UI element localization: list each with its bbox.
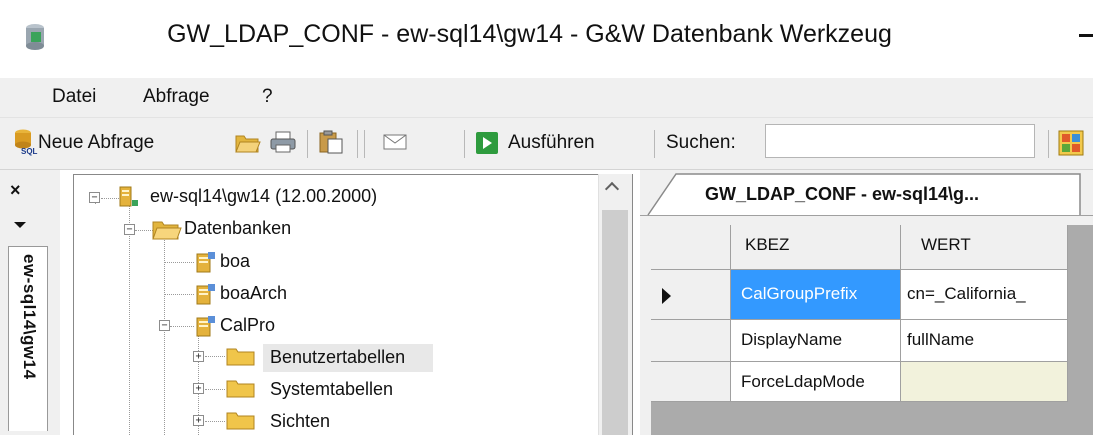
- table-grid-icon[interactable]: [1058, 130, 1084, 156]
- side-panel-tab-label: ew-sql14\gw14: [20, 254, 39, 380]
- close-panel-button[interactable]: ×: [10, 180, 21, 201]
- database-icon: [196, 252, 215, 273]
- tree-line: [129, 206, 131, 435]
- cell-wert[interactable]: fullName: [901, 320, 1068, 362]
- execute-label: Ausführen: [508, 132, 595, 153]
- new-query-label: Neue Abfrage: [38, 132, 155, 153]
- tree-line: [205, 389, 225, 391]
- collapse-toggle[interactable]: −: [124, 224, 135, 235]
- row-header[interactable]: [651, 362, 731, 402]
- toolbar-separator: [307, 130, 308, 158]
- toolbar-separator: [1048, 130, 1049, 158]
- folder-icon: [226, 380, 255, 398]
- database-icon: [196, 316, 215, 337]
- cell-kbez[interactable]: DisplayName: [731, 320, 901, 362]
- folder-icon: [226, 348, 255, 366]
- minimize-button[interactable]: [1079, 34, 1093, 37]
- open-folder-icon[interactable]: [234, 130, 262, 154]
- tree-line: [205, 356, 225, 358]
- column-header-wert[interactable]: WERT: [901, 225, 1068, 270]
- sql-database-icon: SQL: [15, 129, 38, 156]
- toolbar-separator: [654, 130, 655, 158]
- grid-corner: [651, 225, 731, 270]
- cell-wert[interactable]: cn=_California_: [901, 270, 1068, 320]
- tree-line: [164, 294, 194, 296]
- tree-line: [164, 262, 194, 264]
- menu-bar: Datei Abfrage ?: [0, 78, 1093, 118]
- expand-toggle[interactable]: +: [193, 383, 204, 394]
- mail-icon[interactable]: [381, 130, 409, 154]
- tree-folder-system-tables[interactable]: Systemtabellen: [270, 379, 393, 400]
- search-input[interactable]: [765, 124, 1035, 158]
- menu-help[interactable]: ?: [262, 86, 273, 108]
- folder-open-icon: [152, 221, 182, 240]
- folder-icon: [226, 412, 255, 430]
- cell-kbez[interactable]: ForceLdapMode: [731, 362, 901, 402]
- tree-server-node[interactable]: ew-sql14\gw14 (12.00.2000): [150, 186, 377, 207]
- tree-db-calpro[interactable]: CalPro: [220, 315, 275, 336]
- toolbar-separator: [364, 130, 365, 158]
- tree-line: [101, 198, 119, 200]
- cell-wert[interactable]: [901, 362, 1068, 402]
- expand-toggle[interactable]: +: [193, 415, 204, 426]
- tree-folder-views[interactable]: Sichten: [270, 411, 330, 432]
- tree-databases-node[interactable]: Datenbanken: [184, 218, 291, 239]
- window-title: GW_LDAP_CONF - ew-sql14\gw14 - G&W Daten…: [167, 20, 892, 48]
- menu-abfrage[interactable]: Abfrage: [143, 86, 210, 108]
- tree-db-boa[interactable]: boa: [220, 251, 250, 272]
- chevron-down-icon[interactable]: [14, 222, 26, 228]
- play-icon: [476, 132, 498, 154]
- row-header[interactable]: [651, 320, 731, 362]
- svg-text:SQL: SQL: [21, 147, 38, 156]
- column-header-kbez[interactable]: KBEZ: [731, 225, 901, 270]
- menu-datei[interactable]: Datei: [52, 86, 96, 108]
- title-bar: GW_LDAP_CONF - ew-sql14\gw14 - G&W Daten…: [0, 0, 1093, 78]
- tree-line: [164, 240, 166, 435]
- expand-toggle[interactable]: +: [193, 351, 204, 362]
- server-icon: [119, 186, 138, 207]
- collapse-toggle[interactable]: −: [159, 320, 170, 331]
- print-icon[interactable]: [269, 130, 297, 154]
- cell-kbez[interactable]: CalGroupPrefix: [731, 270, 901, 320]
- tree-folder-user-tables[interactable]: Benutzertabellen: [270, 347, 405, 368]
- toolbar-separator: [464, 130, 465, 158]
- tree-db-boaarch[interactable]: boaArch: [220, 283, 287, 304]
- tab-gw-ldap-conf-label: GW_LDAP_CONF - ew-sql14\g...: [705, 184, 980, 204]
- paste-icon[interactable]: [317, 130, 345, 154]
- current-row-indicator-icon: [662, 288, 671, 304]
- collapse-toggle[interactable]: −: [89, 192, 100, 203]
- scrollbar-thumb[interactable]: [602, 210, 628, 435]
- tree-line: [135, 230, 153, 232]
- tree-line: [170, 326, 194, 328]
- search-label: Suchen:: [666, 132, 736, 153]
- tree-line: [205, 421, 225, 423]
- database-icon: [196, 284, 215, 305]
- toolbar-separator: [357, 130, 358, 158]
